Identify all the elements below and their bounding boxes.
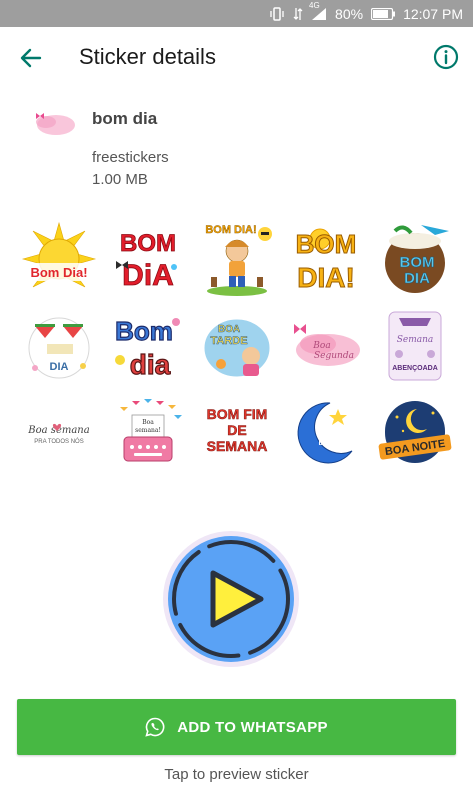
app-bar: Sticker details [0,27,473,89]
sticker-text: DE [227,422,246,438]
preview-play-button[interactable] [163,531,299,667]
sticker-semana-abencoada[interactable]: Semana ABENÇOADA [370,302,459,389]
sticker-bom-dia-patterned[interactable]: Bom dia [103,302,192,389]
sticker-text: DIA [404,270,430,287]
add-to-whatsapp-label: ADD TO WHATSAPP [177,718,328,736]
sticker-text: dia [129,349,170,380]
boa-noite-sticker-image: BOA NOITE [378,400,451,463]
add-to-whatsapp-button[interactable]: ADD TO WHATSAPP [17,699,456,755]
red-bom-dia-sticker-image: BOM DiA [115,229,177,292]
yellow-bom-dia-sticker-image: BOM DIA! [295,228,356,293]
sticker-grid: Bom Dia! BOM DiA BOM DIA! BOM DIA! BOM D… [14,215,460,476]
sticker-text: SEMANA [206,438,267,454]
sticker-boa-noite-dark[interactable]: BOA NOITE [370,389,459,476]
boa-tarde-sticker-image: BOA TARDE [201,316,272,379]
sticker-text: PRA TODOS NÓS [34,438,83,445]
page-title: Sticker details [79,44,216,69]
moon-sticker-image: boa noite [297,401,352,463]
battery-percent: 80% [335,5,364,22]
sticker-text: BOM [399,254,434,271]
network-type: 4G [309,0,320,10]
sticker-text: Segunda [314,351,354,361]
sticker-boa-semana[interactable]: Boa semana PRA TODOS NÓS [14,389,103,476]
back-arrow-icon[interactable] [18,45,44,71]
sticker-text: DIA [49,361,68,373]
semana-abencoada-sticker-image: Semana ABENÇOADA [388,311,441,380]
sticker-boa-tarde[interactable]: BOA TARDE [192,302,281,389]
sticker-bom-fim-de-semana[interactable]: BOM FIM DE SEMANA [192,389,281,476]
boy-sticker-image: BOM DIA! [205,223,272,296]
coconut-sticker-image: BOM DIA [384,224,449,293]
pack-publisher: freestickers [92,149,169,166]
typewriter-sticker-image: Boa semana! [119,398,182,461]
bom-fim-de-semana-sticker-image: BOM FIM DE SEMANA [206,405,267,454]
sticker-text: ABENÇOADA [392,365,438,372]
sticker-text: BOM FIM [206,406,267,422]
sticker-text: BOM [295,229,356,259]
sticker-text: Semana [396,335,433,345]
whatsapp-icon [145,717,165,737]
sticker-bom-dia-yellow[interactable]: BOM DIA! [281,215,370,302]
sun-sticker-image: Bom Dia! [21,221,96,287]
sticker-watermelon-dia[interactable]: DIA [14,302,103,389]
vibrate-icon [269,6,285,21]
sticker-text: semana! [135,427,161,434]
sticker-text: BOM [120,230,176,257]
status-bar: 4G 80% 12:07 PM [0,0,473,27]
sticker-text: BOA [217,324,239,335]
play-icon [168,536,294,662]
info-icon[interactable] [433,44,459,70]
sticker-text: BOM DIA! [205,224,256,236]
sticker-text: Bom Dia! [30,265,87,280]
sticker-text: Bom [115,316,173,346]
sticker-text: DIA! [297,262,355,293]
data-arrows-icon [293,7,303,21]
battery-icon [371,7,396,20]
sticker-bom-dia-sun[interactable]: Bom Dia! [14,215,103,302]
pack-name: bom dia [92,109,158,128]
pack-size: 1.00 MB [92,171,148,188]
sticker-bom-dia-coconut[interactable]: BOM DIA [370,215,459,302]
sticker-text: DiA [122,259,174,292]
sticker-text: Boa [312,341,330,351]
sticker-text: TARDE [210,335,247,347]
sticker-typewriter[interactable]: Boa semana! [103,389,192,476]
sticker-boa-segunda[interactable]: Boa Segunda [281,302,370,389]
sticker-text: boa noite [318,440,349,447]
signal-icon: 4G [309,1,327,21]
sticker-moon-boa-noite[interactable]: boa noite [281,389,370,476]
preview-hint: Tap to preview sticker [164,766,309,783]
pack-tray-icon [28,108,76,138]
sticker-text: Boa [142,419,154,426]
patterned-bom-dia-sticker-image: Bom dia [114,315,180,380]
sticker-bom-dia-boy[interactable]: BOM DIA! [192,215,281,302]
clock: 12:07 PM [403,5,463,22]
watermelon-sticker-image: DIA [28,317,89,378]
sticker-bom-dia-red[interactable]: BOM DiA [103,215,192,302]
boa-segunda-sticker-image: Boa Segunda [293,323,360,366]
boa-semana-sticker-image: Boa semana PRA TODOS NÓS [27,423,89,445]
